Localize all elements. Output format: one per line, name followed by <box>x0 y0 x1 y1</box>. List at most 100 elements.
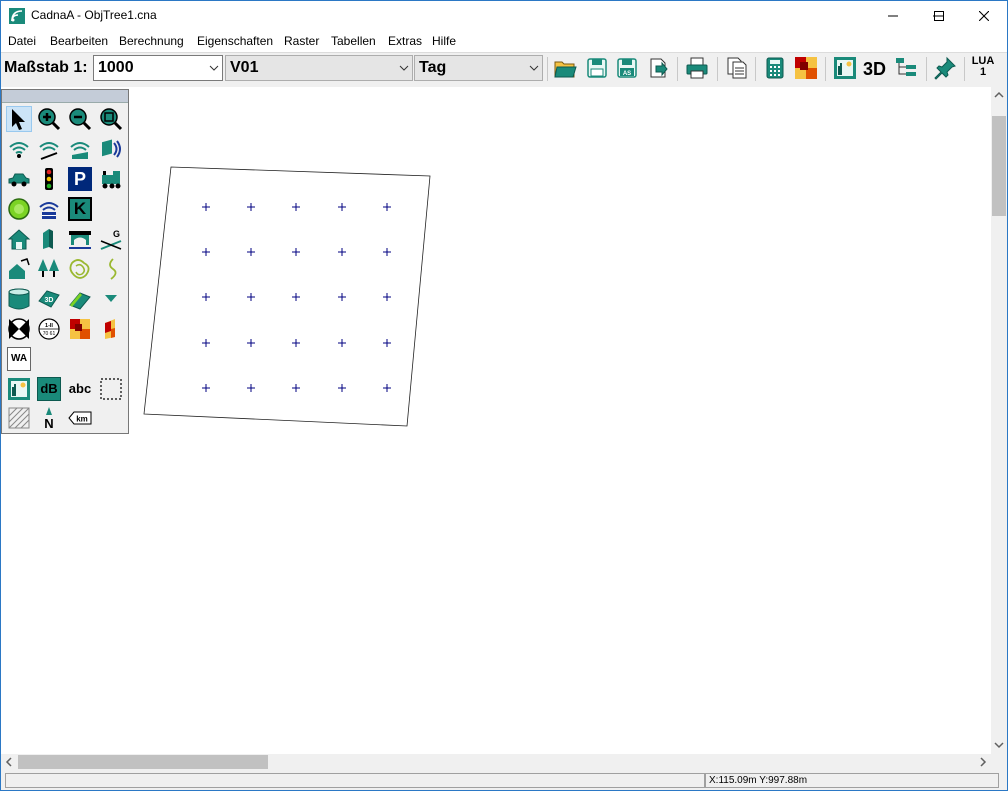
vertical-grid-icon[interactable] <box>99 317 123 341</box>
select-arrow-icon[interactable] <box>6 106 32 132</box>
palette-titlebar[interactable] <box>2 90 128 103</box>
menu-bearbeiten[interactable]: Bearbeiten <box>50 34 108 48</box>
pin-icon[interactable] <box>933 56 957 80</box>
north-arrow-icon[interactable]: N <box>37 406 61 430</box>
bridge-icon[interactable] <box>68 227 92 251</box>
grid-receiver-marker[interactable] <box>292 293 300 301</box>
point-source-icon[interactable] <box>7 137 31 161</box>
grid-receiver-marker[interactable] <box>383 203 391 211</box>
hatched-area-icon[interactable] <box>7 406 31 430</box>
grid-receiver-marker[interactable] <box>247 339 255 347</box>
line-source-icon[interactable] <box>37 137 61 161</box>
menu-tabellen[interactable]: Tabellen <box>331 34 376 48</box>
minimize-button-area[interactable] <box>870 1 916 31</box>
land-use-wa-button[interactable]: WA <box>7 347 31 371</box>
grid-receiver-marker[interactable] <box>247 203 255 211</box>
grid-receiver-marker[interactable] <box>247 293 255 301</box>
zoom-in-icon[interactable] <box>37 107 61 131</box>
vertical-scrollbar[interactable] <box>991 87 1007 754</box>
railway-icon[interactable] <box>99 167 123 191</box>
grid-receiver-marker[interactable] <box>292 384 300 392</box>
grid-receiver-marker[interactable] <box>292 248 300 256</box>
drawing-canvas[interactable] <box>1 87 991 754</box>
building-reflector-icon[interactable] <box>7 257 31 281</box>
grid-receiver-marker[interactable] <box>338 248 346 256</box>
grid-receiver-marker[interactable] <box>338 384 346 392</box>
grid-receiver-marker[interactable] <box>383 339 391 347</box>
sports-facility-icon[interactable] <box>37 197 61 221</box>
industry-icon[interactable] <box>7 197 31 221</box>
grid-receiver-marker[interactable] <box>202 248 210 256</box>
scroll-left-icon[interactable] <box>4 757 14 767</box>
contour-line-icon[interactable] <box>99 257 123 281</box>
ground-absorption-icon[interactable]: G <box>99 227 123 251</box>
parking-lot-button[interactable]: P <box>68 167 92 191</box>
section-box-icon[interactable] <box>99 377 123 401</box>
3d-view-button[interactable]: 3D <box>863 59 886 80</box>
grid-receiver-marker[interactable] <box>202 203 210 211</box>
grid-receiver-marker[interactable] <box>383 293 391 301</box>
close-button[interactable] <box>961 1 1007 31</box>
plan-view-icon[interactable] <box>833 56 857 80</box>
scroll-up-icon[interactable] <box>994 90 1004 100</box>
grid-receiver-marker[interactable] <box>292 203 300 211</box>
lua-button[interactable]: LUA 1 <box>970 56 996 82</box>
grid-receiver-marker[interactable] <box>338 203 346 211</box>
traffic-light-icon[interactable] <box>37 167 61 191</box>
text-label-button[interactable]: abc <box>68 377 92 401</box>
grid-receiver-marker[interactable] <box>383 384 391 392</box>
embankment-icon[interactable] <box>68 287 92 311</box>
area-source-icon[interactable] <box>68 137 92 161</box>
scale-combo[interactable]: 1000 <box>93 55 223 81</box>
barrier-icon[interactable] <box>37 227 61 251</box>
plan-image-icon[interactable] <box>7 377 31 401</box>
menu-datei[interactable]: Datei <box>8 34 36 48</box>
grid-receiver-marker[interactable] <box>292 339 300 347</box>
grid-receiver-marker[interactable] <box>338 339 346 347</box>
menu-hilfe[interactable]: Hilfe <box>432 34 456 48</box>
road-icon[interactable] <box>7 167 31 191</box>
object-tree-icon[interactable] <box>894 56 918 80</box>
maximize-button-area[interactable] <box>916 1 962 31</box>
grid-receiver-marker[interactable] <box>202 293 210 301</box>
km-marker-icon[interactable]: km <box>68 406 92 430</box>
copy-document-icon[interactable] <box>725 56 749 80</box>
menu-berechnung[interactable]: Berechnung <box>119 34 184 48</box>
print-icon[interactable] <box>685 56 709 80</box>
open-folder-icon[interactable] <box>553 56 577 80</box>
menu-eigenschaften[interactable]: Eigenschaften <box>197 34 273 48</box>
building-icon[interactable] <box>7 227 31 251</box>
receiver-point-icon[interactable] <box>7 317 31 341</box>
grid-receiver-marker[interactable] <box>247 384 255 392</box>
contour-area-icon[interactable] <box>68 257 92 281</box>
grid-receiver-marker[interactable] <box>202 384 210 392</box>
scroll-down-icon[interactable] <box>994 740 1004 750</box>
vertical-scroll-thumb[interactable] <box>992 116 1006 216</box>
3d-reflector-icon[interactable]: 3D <box>37 287 61 311</box>
zoom-out-icon[interactable] <box>68 107 92 131</box>
k-object-button[interactable]: K <box>68 197 92 221</box>
triangle-down-icon[interactable] <box>99 287 123 311</box>
horizontal-scroll-thumb[interactable] <box>18 755 268 769</box>
horizontal-scrollbar[interactable] <box>1 754 991 770</box>
variant-combo[interactable]: V01 <box>225 55 413 81</box>
export-icon[interactable] <box>646 56 670 80</box>
grid-receiver-marker[interactable] <box>247 248 255 256</box>
grid-receiver-marker[interactable] <box>383 248 391 256</box>
db-label-button[interactable]: dB <box>37 377 61 401</box>
vertical-area-source-icon[interactable] <box>99 137 123 161</box>
facade-receiver-icon[interactable]: 1-II 70 61 <box>37 317 61 341</box>
menu-raster[interactable]: Raster <box>284 34 319 48</box>
cylinder-icon[interactable] <box>7 287 31 311</box>
menu-extras[interactable]: Extras <box>388 34 422 48</box>
trees-icon[interactable] <box>37 257 61 281</box>
grid-area-icon[interactable] <box>68 317 92 341</box>
grid-map-icon[interactable] <box>794 56 818 80</box>
save-as-icon[interactable]: AS <box>615 56 639 80</box>
scroll-right-icon[interactable] <box>978 757 988 767</box>
zoom-window-icon[interactable] <box>99 107 123 131</box>
grid-receiver-marker[interactable] <box>202 339 210 347</box>
period-combo[interactable]: Tag <box>414 55 543 81</box>
calculator-icon[interactable] <box>763 56 787 80</box>
grid-receiver-marker[interactable] <box>338 293 346 301</box>
